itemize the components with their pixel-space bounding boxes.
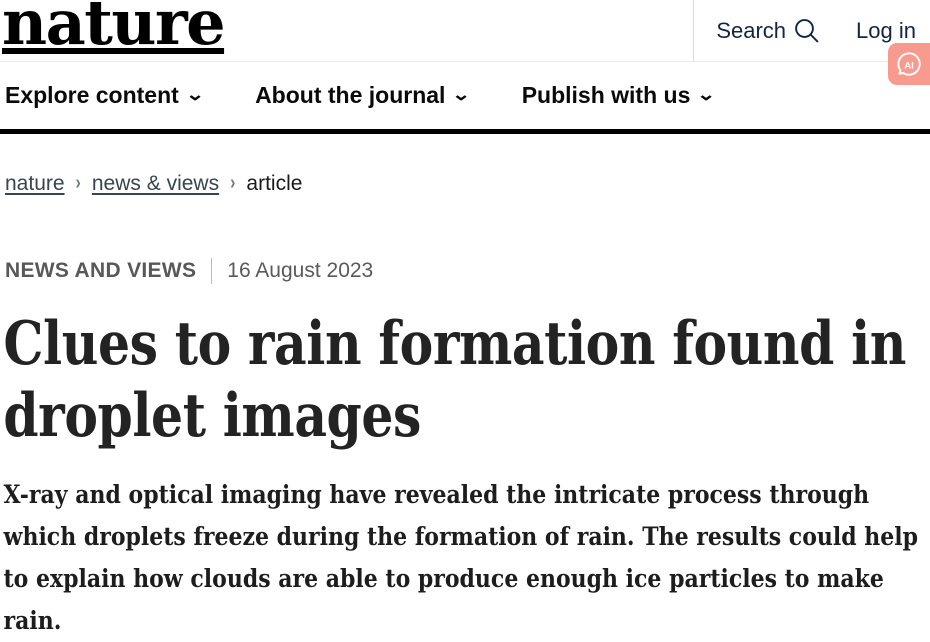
breadcrumb-item-news-and-views[interactable]: news & views (92, 172, 219, 196)
primary-navigation: Explore content ⌄ About the journal ⌄ Pu… (0, 62, 930, 134)
login-button[interactable]: Log in (856, 19, 916, 42)
search-icon (793, 17, 820, 44)
search-button[interactable]: Search (716, 17, 820, 44)
breadcrumb-separator-icon: › (75, 172, 81, 194)
article-standfirst: X-ray and optical imaging have revealed … (3, 480, 919, 635)
header-vertical-divider (693, 0, 695, 61)
breadcrumb: nature › news & views › article (0, 172, 930, 196)
breadcrumb-item-nature[interactable]: nature (5, 172, 65, 196)
nav-item-label: About the journal (255, 82, 446, 108)
site-header: nature Search Log in AI (0, 0, 930, 85)
svg-text:AI: AI (904, 60, 914, 71)
nav-item-publish-with-us[interactable]: Publish with us ⌄ (521, 82, 717, 109)
nav-item-explore-content[interactable]: Explore content ⌄ (5, 82, 205, 109)
publication-date: 16 August 2023 (227, 259, 374, 282)
chevron-down-icon: ⌄ (451, 85, 472, 104)
article-headline: Clues to rain formation found in droplet… (3, 309, 907, 451)
meta-divider (211, 258, 213, 284)
nav-item-label: Publish with us (521, 82, 691, 108)
nav-item-label: Explore content (5, 82, 179, 108)
nav-item-about-the-journal[interactable]: About the journal ⌄ (255, 82, 472, 109)
article-meta: NEWS AND VIEWS 16 August 2023 (0, 258, 930, 284)
nature-logo[interactable]: nature (2, 0, 226, 54)
search-label: Search (716, 17, 787, 43)
ai-speech-bubble-icon: AI (897, 52, 921, 76)
article-type-label: NEWS AND VIEWS (5, 259, 197, 282)
breadcrumb-separator-icon: › (230, 172, 236, 194)
chevron-down-icon: ⌄ (696, 85, 717, 104)
ai-assistant-badge[interactable]: AI (888, 43, 930, 85)
chevron-down-icon: ⌄ (185, 85, 205, 104)
breadcrumb-item-article: article (246, 172, 303, 195)
